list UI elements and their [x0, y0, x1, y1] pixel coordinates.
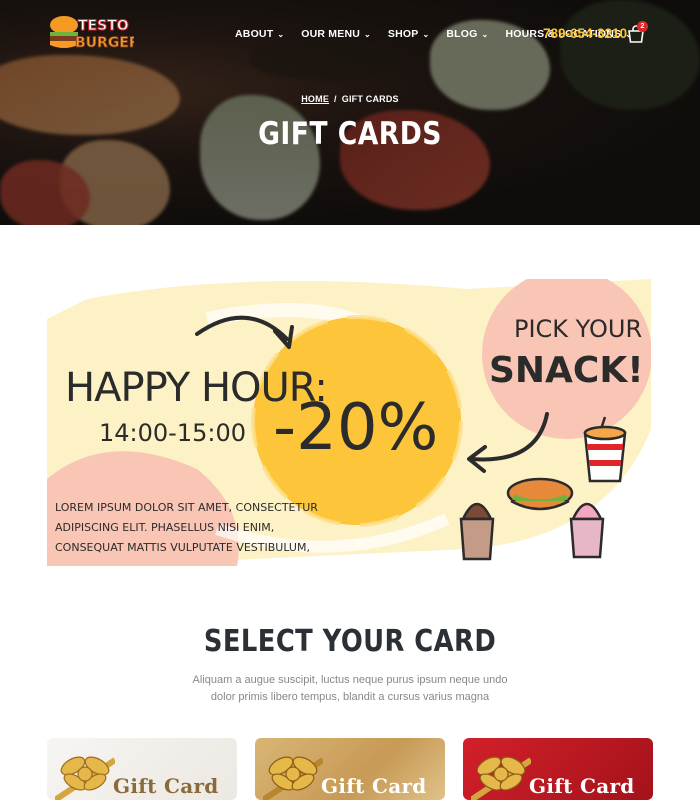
section-title: SELECT YOUR CARD — [203, 624, 497, 659]
section-subtitle-line: Aliquam a augue suscipit, luctus neque p… — [192, 674, 508, 686]
page-hero: TESTO BURGER ABOUT ⌄ OUR MENU ⌄ SHOP ⌄ B… — [0, 0, 700, 225]
gift-card-red[interactable]: Gift Card — [463, 738, 653, 800]
nav-label: SHOP — [387, 28, 419, 40]
section-subtitle: Aliquam a augue suscipit, luctus neque p… — [190, 672, 510, 706]
nav-item-shop[interactable]: SHOP ⌄ — [388, 28, 429, 40]
nav-item-our-menu[interactable]: OUR MENU ⌄ — [301, 28, 371, 40]
gift-card-label: Gift Card — [529, 774, 635, 798]
discount-value: -20% — [273, 391, 438, 465]
gift-bow-icon — [55, 756, 115, 800]
nav-label: OUR MENU — [301, 28, 361, 40]
gift-bow-icon — [471, 756, 531, 800]
happy-hour-banner: HAPPY HOUR: 14:00-15:00 -20% PICK YOUR S… — [47, 279, 651, 566]
nav-item-blog[interactable]: BLOG ⌄ — [446, 28, 488, 40]
nav-label: ABOUT — [235, 28, 274, 40]
section-subtitle-line: dolor primis libero tempus, blandit a cu… — [210, 691, 490, 703]
nav-item-about[interactable]: ABOUT ⌄ — [235, 28, 284, 40]
pick-your-text: PICK YOUR — [514, 315, 642, 343]
logo-text-bottom: BURGER — [75, 35, 134, 51]
chevron-down-icon: ⌄ — [481, 29, 489, 39]
logo-text-top: TESTO — [78, 18, 129, 34]
gift-card-label: Gift Card — [321, 774, 427, 798]
nav-label: BLOG — [446, 28, 478, 40]
page-title: GIFT CARDS — [258, 116, 442, 152]
breadcrumb-home-link[interactable]: HOME — [301, 94, 329, 104]
ice-cream-icon — [569, 502, 605, 559]
ice-cream-icon — [459, 502, 495, 561]
promo-body-line: CONSEQUAT MATTIS VULPUTATE VESTIBULUM, — [55, 541, 310, 554]
sandwich-icon — [506, 477, 574, 511]
chevron-down-icon: ⌄ — [364, 29, 371, 39]
breadcrumb: HOME / GIFT CARDS — [0, 94, 700, 104]
promo-body-line: ADIPISCING ELIT. PHASELLUS NISI ENIM, — [55, 521, 274, 534]
breadcrumb-separator: / — [334, 94, 337, 104]
chevron-down-icon: ⌄ — [422, 29, 430, 39]
snack-text: SNACK! — [489, 350, 644, 391]
promo-body-line: LOREM IPSUM DOLOR SIT AMET, CONSECTETUR — [55, 501, 318, 514]
gift-bow-icon — [263, 756, 323, 800]
chevron-down-icon: ⌄ — [277, 29, 285, 39]
gift-card-white[interactable]: Gift Card — [47, 738, 237, 800]
breadcrumb-current: GIFT CARDS — [341, 94, 399, 104]
gift-card-label: Gift Card — [113, 774, 219, 798]
gift-card-gold[interactable]: Gift Card — [255, 738, 445, 800]
cart-count-badge: 2 — [637, 21, 648, 32]
happy-hour-time: 14:00-15:00 — [99, 419, 246, 447]
phone-number[interactable]: 789-654-3210 — [543, 26, 627, 41]
site-logo[interactable]: TESTO BURGER — [46, 10, 140, 58]
